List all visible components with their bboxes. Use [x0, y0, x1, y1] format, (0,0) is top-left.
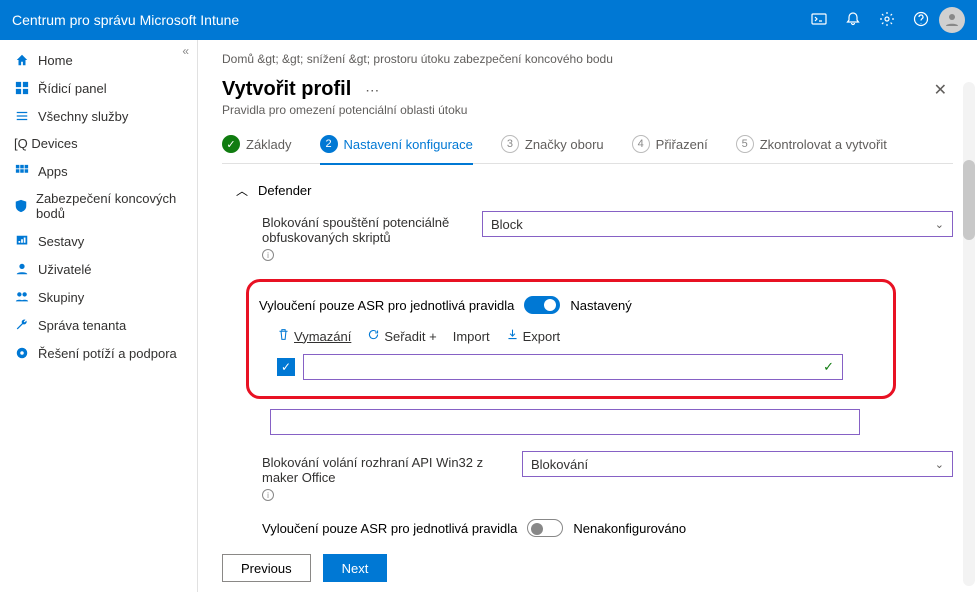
shield-icon	[14, 198, 28, 214]
collapse-icon[interactable]: «	[182, 44, 189, 58]
scrollbar-track[interactable]	[963, 82, 975, 586]
groups-icon	[14, 289, 30, 305]
wrench-icon	[14, 317, 30, 333]
sidebar-item-all-services[interactable]: Všechny služby	[0, 102, 197, 130]
breadcrumb[interactable]: Domů &gt; &gt; snížení &gt; prostoru úto…	[222, 52, 953, 66]
field-label: Blokování volání rozhraní API Win32 z ma…	[262, 451, 522, 501]
support-icon	[14, 345, 30, 361]
wizard-steps: ✓Základy 2Nastavení konfigurace 3Značky …	[222, 135, 953, 164]
toggle-asr-exclusion-2: Vyloučení pouze ASR pro jednotlivá pravi…	[262, 519, 953, 537]
add-row	[270, 409, 953, 435]
dashboard-icon	[14, 80, 30, 96]
sidebar: « Home Řídicí panel Všechny služby Devic…	[0, 40, 198, 592]
step-basics[interactable]: ✓Základy	[222, 135, 292, 153]
field-block-obfuscated: Blokování spouštění potenciálně obfuskov…	[262, 211, 953, 261]
import-button[interactable]: Import	[453, 329, 490, 344]
toggle-asr-exclusion-1: Vyloučení pouze ASR pro jednotlivá pravi…	[259, 296, 877, 314]
add-input[interactable]	[270, 409, 860, 435]
main-content: Domů &gt; &gt; snížení &gt; prostoru úto…	[198, 40, 977, 592]
toggle-switch[interactable]	[524, 296, 560, 314]
sidebar-item-troubleshoot[interactable]: Řešení potíží a podpora	[0, 339, 197, 367]
download-icon	[506, 328, 519, 344]
step-assignments[interactable]: 4Přiřazení	[632, 135, 708, 153]
scrollbar-thumb[interactable]	[963, 160, 975, 240]
step-scope-tags[interactable]: 3Značky oboru	[501, 135, 604, 153]
refresh-icon	[367, 328, 380, 344]
settings-icon[interactable]	[879, 11, 895, 30]
sidebar-item-reports[interactable]: Sestavy	[0, 227, 197, 255]
previous-button[interactable]: Previous	[222, 554, 311, 582]
export-button[interactable]: Export	[506, 328, 561, 344]
check-icon: ✓	[823, 359, 834, 375]
cloud-shell-icon[interactable]	[811, 11, 827, 30]
list-icon	[14, 108, 30, 124]
sidebar-item-tenant-admin[interactable]: Správa tenanta	[0, 311, 197, 339]
sidebar-item-apps[interactable]: Apps	[0, 157, 197, 185]
user-icon	[14, 261, 30, 277]
sidebar-item-home[interactable]: Home	[0, 46, 197, 74]
sidebar-item-groups[interactable]: Skupiny	[0, 283, 197, 311]
sidebar-item-endpoint-security[interactable]: Zabezpečení koncových bodů	[0, 185, 197, 227]
chevron-down-icon: ⌄	[935, 458, 944, 471]
info-icon[interactable]: i	[262, 249, 274, 261]
exclusion-input[interactable]: ✓	[303, 354, 843, 380]
check-icon: ✓	[222, 135, 240, 153]
notifications-icon[interactable]	[845, 11, 861, 30]
clear-button[interactable]: Vymazání	[277, 328, 351, 344]
exclusion-toolbar: Vymazání Seřadit + Import Export	[277, 328, 877, 344]
reports-icon	[14, 233, 30, 249]
sidebar-item-dashboard[interactable]: Řídicí panel	[0, 74, 197, 102]
sidebar-item-users[interactable]: Uživatelé	[0, 255, 197, 283]
page-title: Vytvořit profil	[222, 78, 351, 101]
home-icon	[14, 52, 30, 68]
field-block-win32: Blokování volání rozhraní API Win32 z ma…	[262, 451, 953, 501]
chevron-up-icon: ︿	[236, 182, 248, 199]
select-block-win32[interactable]: Blokování ⌄	[522, 451, 953, 477]
next-button[interactable]: Next	[323, 554, 388, 582]
section-defender[interactable]: ︿ Defender	[236, 182, 953, 199]
trash-icon	[277, 328, 290, 344]
info-icon[interactable]: i	[262, 489, 274, 501]
page-subtitle: Pravidla pro omezení potenciální oblasti…	[222, 103, 953, 117]
top-bar: Centrum pro správu Microsoft Intune	[0, 0, 977, 40]
sort-button[interactable]: Seřadit +	[367, 328, 436, 344]
chevron-down-icon: ⌄	[935, 218, 944, 231]
select-block-obfuscated[interactable]: Block ⌄	[482, 211, 953, 237]
top-icons	[811, 11, 929, 30]
help-icon[interactable]	[913, 11, 929, 30]
exclusion-entry-row: ✓ ✓	[277, 354, 877, 380]
step-review[interactable]: 5Zkontrolovat a vytvořit	[736, 135, 887, 153]
highlighted-region: Vyloučení pouze ASR pro jednotlivá pravi…	[246, 279, 896, 399]
wizard-footer: Previous Next	[222, 554, 387, 582]
apps-icon	[14, 163, 30, 179]
close-icon[interactable]: ✕	[934, 80, 947, 100]
more-icon[interactable]: ⋯	[365, 82, 379, 99]
sidebar-item-devices[interactable]: Devices	[0, 130, 197, 157]
app-title: Centrum pro správu Microsoft Intune	[12, 12, 811, 28]
toggle-switch[interactable]	[527, 519, 563, 537]
checkbox-checked[interactable]: ✓	[277, 358, 295, 376]
avatar[interactable]	[939, 7, 965, 33]
step-configuration[interactable]: 2Nastavení konfigurace	[320, 135, 473, 165]
